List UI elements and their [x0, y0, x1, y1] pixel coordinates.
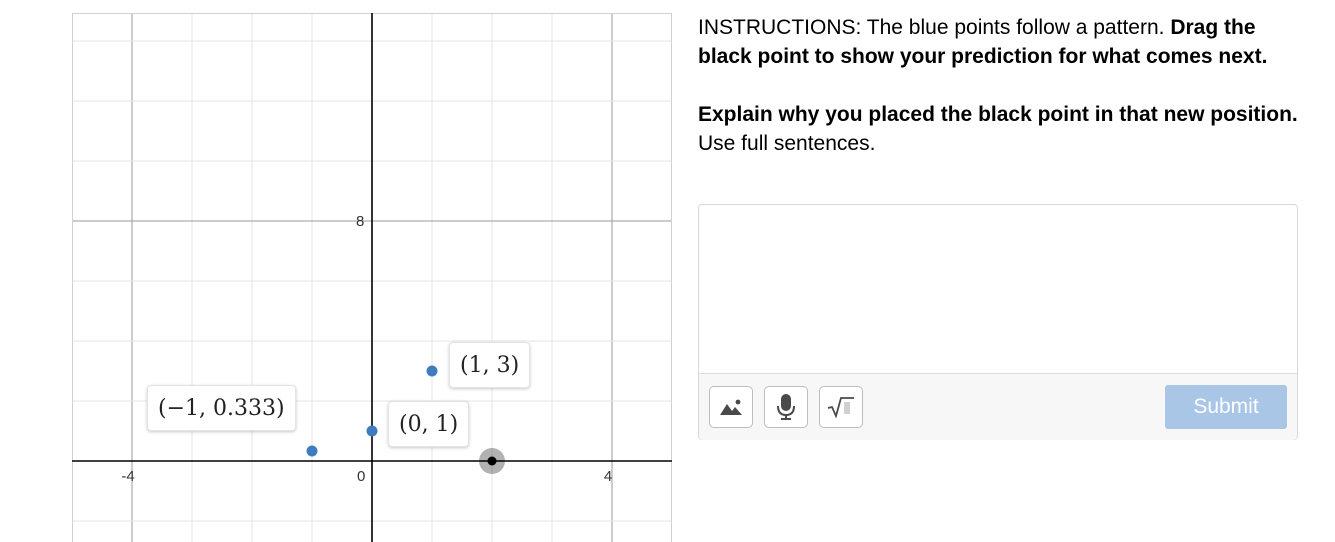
point-label: (1, 3) — [449, 342, 531, 388]
instructions-paragraph-1: INSTRUCTIONS: The blue points follow a p… — [698, 14, 1298, 71]
coordinate-graph[interactable]: -4 0 4 8 — [72, 13, 672, 542]
instructions: INSTRUCTIONS: The blue points follow a p… — [698, 14, 1298, 158]
point-label: (−1, 0.333) — [147, 385, 296, 431]
y-tick-label: 8 — [356, 213, 364, 230]
instructions-explain-prompt: Explain why you placed the black point i… — [698, 103, 1298, 126]
record-audio-button[interactable] — [764, 386, 808, 428]
point-label: (0, 1) — [388, 401, 470, 447]
x-tick-label: -4 — [121, 468, 134, 485]
submit-button[interactable]: Submit — [1165, 385, 1287, 429]
data-point — [306, 445, 318, 457]
answer-toolbar: Submit — [699, 373, 1297, 440]
insert-image-button[interactable] — [709, 386, 753, 428]
instructions-paragraph-2: Explain why you placed the black point i… — [698, 101, 1298, 158]
instructions-text: INSTRUCTIONS: The blue points follow a p… — [698, 16, 1165, 39]
square-root-icon — [827, 397, 854, 418]
x-tick-label: 0 — [357, 468, 365, 485]
draggable-point[interactable] — [487, 456, 497, 466]
data-point — [426, 365, 438, 377]
answer-box: Submit — [698, 204, 1298, 440]
math-input-button[interactable] — [819, 386, 863, 428]
x-tick-label: 4 — [604, 468, 612, 485]
instructions-explain-note: Use full sentences. — [698, 131, 876, 155]
image-icon — [720, 399, 742, 415]
data-point — [366, 425, 378, 437]
microphone-icon — [777, 394, 795, 420]
answer-textarea[interactable] — [699, 205, 1297, 372]
graph-panel[interactable]: -4 0 4 8 (−1, 0.333) (0, 1) (1, 3) — [72, 13, 672, 542]
